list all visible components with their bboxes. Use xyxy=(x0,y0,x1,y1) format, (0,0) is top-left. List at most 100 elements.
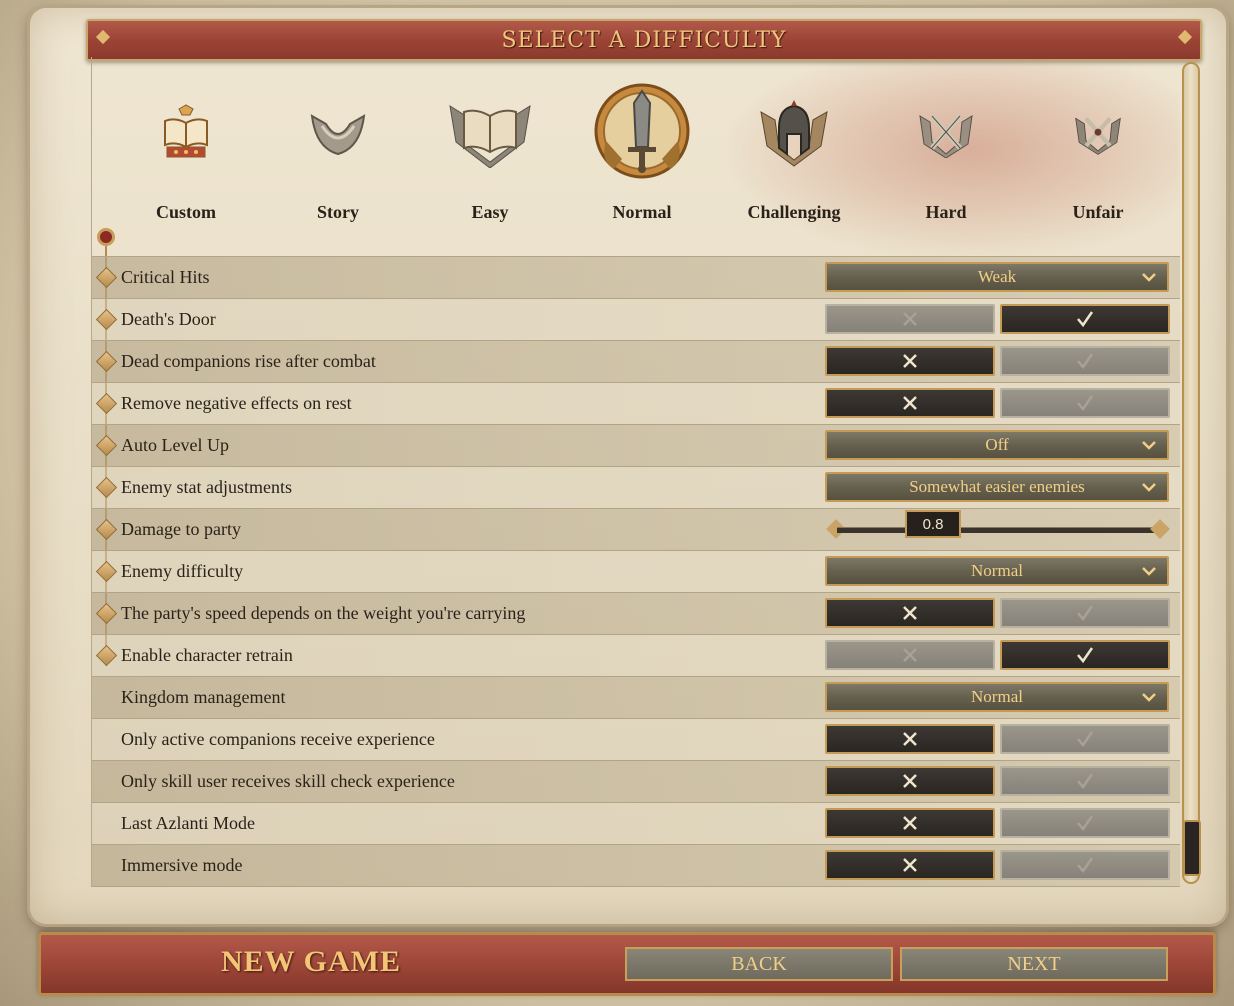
setting-label: Remove negative effects on rest xyxy=(121,393,352,413)
character-retrain-on-button[interactable] xyxy=(1000,640,1170,670)
active-companions-experience-on-button[interactable] xyxy=(1000,724,1170,754)
timeline-start-marker xyxy=(97,228,115,246)
difficulty-custom[interactable]: Custom xyxy=(110,78,262,228)
dead-companions-rise-off-button[interactable] xyxy=(825,346,995,376)
chevron-down-icon xyxy=(1142,273,1156,282)
diamond-marker-icon xyxy=(95,602,118,625)
diamond-marker-icon xyxy=(95,476,118,499)
dead-companions-rise-on-button[interactable] xyxy=(1000,346,1170,376)
difficulty-story[interactable]: Story xyxy=(262,78,414,228)
hard-crossed-swords-icon xyxy=(919,114,973,158)
enemy-stat-adjustments-dropdown[interactable]: Somewhat easier enemies xyxy=(825,472,1169,502)
difficulty-label: Easy xyxy=(471,202,509,222)
setting-row-deaths-door: Death's Door xyxy=(92,298,1180,340)
scrollbar-thumb[interactable] xyxy=(1183,820,1201,876)
character-retrain-off-button[interactable] xyxy=(825,640,995,670)
banner-ornament-right xyxy=(1177,29,1193,45)
setting-label: Only active companions receive experienc… xyxy=(121,729,435,749)
setting-row-character-retrain: Enable character retrain xyxy=(92,634,1180,676)
remove-negative-effects-off-button[interactable] xyxy=(825,388,995,418)
chevron-down-icon xyxy=(1142,441,1156,450)
party-speed-weight-on-button[interactable] xyxy=(1000,598,1170,628)
auto-level-up-dropdown[interactable]: Off xyxy=(825,430,1169,460)
diamond-marker-icon xyxy=(95,392,118,415)
setting-row-enemy-stat-adjustments: Enemy stat adjustments Somewhat easier e… xyxy=(92,466,1180,508)
dropdown-value: Normal xyxy=(971,561,1023,580)
difficulty-unfair[interactable]: Unfair xyxy=(1022,78,1174,228)
dropdown-value: Normal xyxy=(971,687,1023,706)
immersive-mode-on-button[interactable] xyxy=(1000,850,1170,880)
back-button[interactable]: BACK xyxy=(625,947,893,981)
page-title: SELECT A DIFFICULTY xyxy=(501,27,787,53)
diamond-marker-icon xyxy=(95,560,118,583)
setting-label: The party's speed depends on the weight … xyxy=(121,603,526,623)
difficulty-label: Unfair xyxy=(1072,202,1124,222)
cross-icon xyxy=(903,774,917,788)
diamond-marker-icon xyxy=(95,266,118,289)
setting-label: Immersive mode xyxy=(121,855,243,875)
enemy-difficulty-dropdown[interactable]: Normal xyxy=(825,556,1169,586)
skill-check-experience-on-button[interactable] xyxy=(1000,766,1170,796)
setting-label: Enemy difficulty xyxy=(121,561,244,581)
diamond-marker-icon xyxy=(95,434,118,457)
slider-track[interactable] xyxy=(837,527,1159,533)
custom-book-icon xyxy=(164,104,208,158)
diamond-marker-icon xyxy=(95,350,118,373)
setting-row-critical-hits: Critical Hits Weak xyxy=(92,256,1180,298)
active-companions-experience-off-button[interactable] xyxy=(825,724,995,754)
immersive-mode-off-button[interactable] xyxy=(825,850,995,880)
setting-row-kingdom-management: Kingdom management Normal xyxy=(92,676,1180,718)
check-icon xyxy=(1077,647,1094,664)
setting-label: Enemy stat adjustments xyxy=(121,477,292,497)
difficulty-easy[interactable]: Easy xyxy=(414,78,566,228)
setting-row-dead-companions-rise: Dead companions rise after combat xyxy=(92,340,1180,382)
setting-row-party-speed-weight: The party's speed depends on the weight … xyxy=(92,592,1180,634)
setting-row-auto-level-up: Auto Level Up Off xyxy=(92,424,1180,466)
unfair-crossed-swords-icon xyxy=(1075,117,1121,155)
check-icon xyxy=(1077,605,1094,622)
party-speed-weight-off-button[interactable] xyxy=(825,598,995,628)
setting-row-active-companions-experience: Only active companions receive experienc… xyxy=(92,718,1180,760)
damage-to-party-slider[interactable]: 0.8 xyxy=(825,510,1171,542)
setting-label: Auto Level Up xyxy=(121,435,229,455)
difficulty-challenging[interactable]: Challenging xyxy=(718,78,870,228)
difficulty-normal[interactable]: Normal xyxy=(566,78,718,228)
check-icon xyxy=(1077,773,1094,790)
difficulty-selector: Custom Story Easy Normal Challenging Har… xyxy=(110,78,1174,228)
kingdom-management-dropdown[interactable]: Normal xyxy=(825,682,1169,712)
deaths-door-on-button[interactable] xyxy=(1000,304,1170,334)
dropdown-value: Somewhat easier enemies xyxy=(909,477,1085,496)
setting-label: Enable character retrain xyxy=(121,645,293,665)
slider-right-end xyxy=(1150,519,1170,539)
chevron-down-icon xyxy=(1142,693,1156,702)
banner-ornament-left xyxy=(95,29,111,45)
critical-hits-dropdown[interactable]: Weak xyxy=(825,262,1169,292)
cross-icon xyxy=(903,312,917,326)
setting-label: Only skill user receives skill check exp… xyxy=(121,771,455,791)
check-icon xyxy=(1077,353,1094,370)
skill-check-experience-off-button[interactable] xyxy=(825,766,995,796)
normal-sword-emblem-icon xyxy=(594,83,690,179)
setting-label: Death's Door xyxy=(121,309,216,329)
check-icon xyxy=(1077,857,1094,874)
cross-icon xyxy=(903,816,917,830)
easy-book-icon xyxy=(449,104,531,168)
remove-negative-effects-on-button[interactable] xyxy=(1000,388,1170,418)
cross-icon xyxy=(903,606,917,620)
difficulty-hard[interactable]: Hard xyxy=(870,78,1022,228)
settings-scrollbar[interactable] xyxy=(1182,62,1200,884)
check-icon xyxy=(1077,311,1094,328)
setting-row-remove-negative-effects: Remove negative effects on rest xyxy=(92,382,1180,424)
chevron-down-icon xyxy=(1142,567,1156,576)
diamond-marker-icon xyxy=(95,518,118,541)
deaths-door-off-button[interactable] xyxy=(825,304,995,334)
setting-label: Damage to party xyxy=(121,519,241,539)
difficulty-label: Story xyxy=(317,202,359,222)
next-button[interactable]: NEXT xyxy=(900,947,1168,981)
slider-handle[interactable]: 0.8 xyxy=(905,510,961,538)
challenging-helmet-icon xyxy=(760,100,828,167)
footer-bar: NEW GAME BACK NEXT xyxy=(38,932,1216,996)
last-azlanti-off-button[interactable] xyxy=(825,808,995,838)
last-azlanti-on-button[interactable] xyxy=(1000,808,1170,838)
difficulty-label: Hard xyxy=(925,202,967,222)
